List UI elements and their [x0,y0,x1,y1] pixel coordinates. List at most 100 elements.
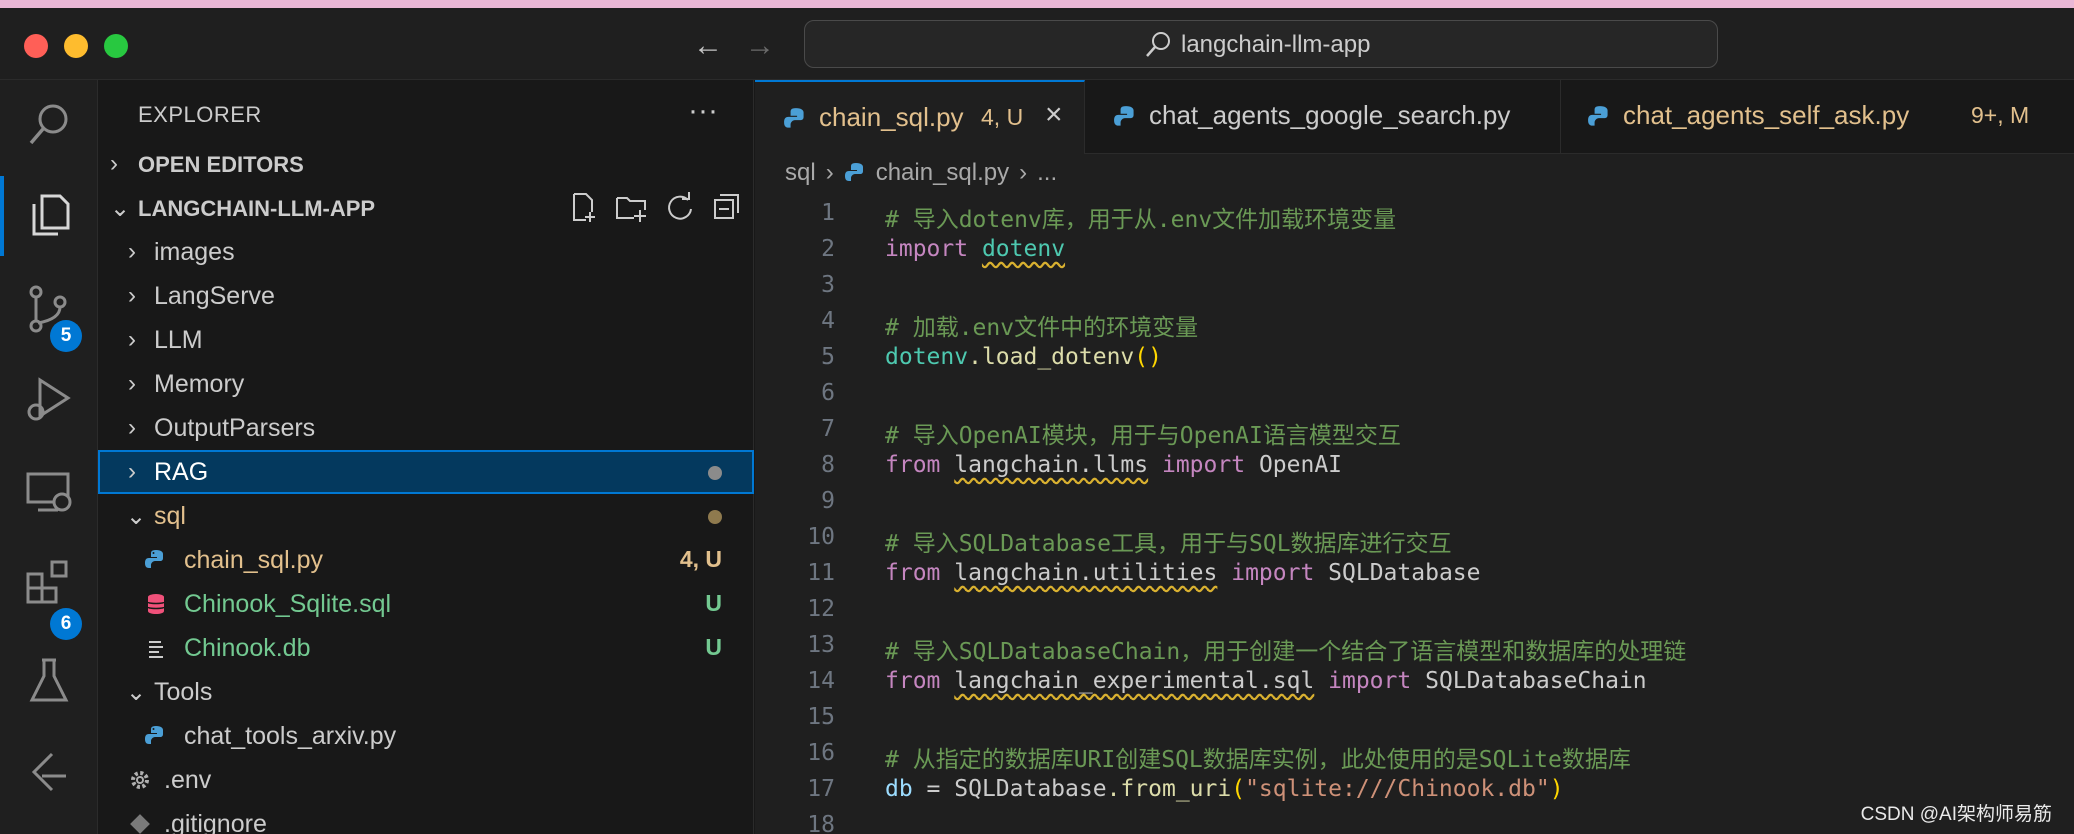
command-center-search[interactable]: langchain-llm-app [804,20,1718,68]
line-number: 4 [821,308,835,334]
chevron-right-icon: › [128,238,136,265]
tree-folder-sql[interactable]: ⌄ sql [98,494,754,538]
line-number: 18 [807,812,835,834]
tab-label: chat_agents_google_search.py [1149,100,1511,130]
python-file-icon [1588,106,1608,126]
chevron-right-icon: › [128,326,136,353]
new-folder-icon[interactable] [614,190,648,224]
code-line: 11 from langchain.utilities import SQLDat… [755,554,2074,594]
testing-flask-icon[interactable] [22,654,76,708]
line-number: 3 [821,272,835,298]
tree-file-chinook-sqlite[interactable]: Chinook_Sqlite.sql U [98,582,754,626]
collapse-all-icon[interactable] [710,190,744,224]
chevron-down-icon: ⌄ [126,679,147,706]
gitlens-icon[interactable] [22,746,76,800]
line-content: from langchain.llms import OpenAI [885,452,1343,478]
line-number: 5 [821,344,835,370]
code-line: 15 [755,698,2074,738]
tree-item-label: OutputParsers [154,414,316,442]
code-line: 6 [755,374,2074,414]
tree-folder-memory[interactable]: › Memory [98,362,754,406]
tree-item-label: chat_tools_arxiv.py [184,722,397,750]
minimize-window-button[interactable] [64,34,88,58]
tree-file-chat-tools-arxiv[interactable]: chat_tools_arxiv.py [98,714,754,758]
line-content: import dotenv [885,236,1066,262]
chevron-right-icon: › [128,414,136,441]
source-control-badge: 5 [50,320,82,352]
tree-file-env[interactable]: .env [98,758,754,802]
python-file-icon [1114,106,1134,126]
tab-chain-sql[interactable]: chain_sql.py 4, U × [755,80,1085,154]
activity-bar: 5 6 [0,80,98,834]
tree-item-label: chain_sql.py [184,546,323,574]
tree-folder-rag[interactable]: › RAG [98,450,754,494]
changes-dot [708,466,722,480]
changes-dot [708,510,722,524]
explorer-sidebar: EXPLORER ··· › OPEN EDITORS ⌄ LANGCHAIN-… [98,80,754,834]
line-number: 8 [821,452,835,478]
file-status: U [705,590,722,616]
tab-chat-agents-self-ask[interactable]: chat_agents_self_ask.py 9+, M [1561,80,2074,154]
line-number: 7 [821,416,835,442]
editor-area: chain_sql.py 4, U × chat_agents_google_s… [755,80,2074,834]
code-line: 12 [755,590,2074,630]
search-icon [1146,32,1170,57]
tree-item-label: LLM [154,326,203,354]
code-line: 2 import dotenv [755,230,2074,270]
tree-folder-images[interactable]: › images [98,230,754,274]
open-editors-section[interactable]: › OPEN EDITORS [98,142,754,186]
back-arrow-icon[interactable]: ← [690,28,726,64]
chevron-right-icon: › [110,150,118,177]
file-status: U [705,634,722,660]
tab-chat-agents-google-search[interactable]: chat_agents_google_search.py [1085,80,1561,154]
code-line: 3 [755,266,2074,306]
close-window-button[interactable] [24,34,48,58]
tree-item-label: Tools [154,678,213,706]
explorer-files-icon[interactable] [22,188,76,242]
run-debug-icon[interactable] [22,372,76,426]
tree-file-gitignore[interactable]: .gitignore [98,802,754,834]
tree-item-label: Chinook_Sqlite.sql [184,590,392,618]
code-line: 8 from langchain.llms import OpenAI [755,446,2074,486]
breadcrumb-folder[interactable]: sql [785,159,816,187]
gear-icon [131,771,149,789]
chevron-down-icon: ⌄ [126,503,147,530]
line-content: db = SQLDatabase.from_uri("sqlite:///Chi… [885,776,1564,802]
line-number: 10 [807,524,835,550]
extensions-icon[interactable] [22,556,76,610]
remote-explorer-icon[interactable] [22,464,76,518]
tree-item-label: Chinook.db [184,634,311,662]
tab-status: 4, U [981,104,1024,130]
line-content: # 导入SQLDatabaseChain，用于创建一个结合了语言模型和数据库的处… [885,639,1687,665]
tree-file-chain-sql[interactable]: chain_sql.py 4, U [98,538,754,582]
code-line: 5 dotenv.load_dotenv() [755,338,2074,378]
extensions-badge: 6 [50,608,82,640]
line-number: 12 [807,596,835,622]
refresh-icon[interactable] [662,190,696,224]
line-content: from langchain_experimental.sql import S… [885,668,1647,694]
project-section[interactable]: ⌄ LANGCHAIN-LLM-APP [98,186,754,230]
database-file-icon [147,594,165,614]
tree-folder-langserve[interactable]: › LangServe [98,274,754,318]
new-file-icon[interactable] [566,190,600,224]
line-content: # 导入dotenv库，用于从.env文件加载环境变量 [885,207,1397,233]
more-actions-icon[interactable]: ··· [688,94,718,128]
breadcrumb-more[interactable]: ... [1037,159,1057,187]
line-content: dotenv.load_dotenv() [885,344,1162,370]
code-line: 14 from langchain_experimental.sql import… [755,662,2074,702]
search-view-icon[interactable] [22,98,76,152]
tree-folder-tools[interactable]: ⌄ Tools [98,670,754,714]
line-content: # 加载.env文件中的环境变量 [885,315,1199,341]
tab-label: chat_agents_self_ask.py [1623,100,1910,130]
tree-item-label: .gitignore [164,810,267,834]
tree-item-label: RAG [154,458,209,486]
tree-file-chinook-db[interactable]: Chinook.db U [98,626,754,670]
tree-folder-llm[interactable]: › LLM [98,318,754,362]
breadcrumb-file[interactable]: chain_sql.py [876,159,1009,187]
python-file-icon [784,108,804,128]
maximize-window-button[interactable] [104,34,128,58]
close-icon[interactable]: × [1045,98,1063,132]
chevron-right-icon: › [825,158,834,186]
tree-folder-outputparsers[interactable]: › OutputParsers [98,406,754,450]
forward-arrow-icon[interactable]: → [742,28,778,64]
